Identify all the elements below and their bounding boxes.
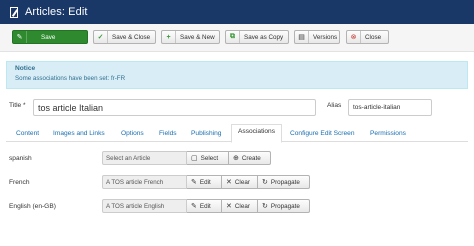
tab-permissions[interactable]: Permissions [370, 130, 406, 137]
close-icon: ✕ [226, 179, 232, 186]
tab-options[interactable]: Options [121, 130, 144, 137]
edit-button[interactable]: ✎ Edit [187, 175, 222, 189]
close-button[interactable]: ⊗ Close [346, 30, 389, 44]
notice-message: Notice Some associations have been set: … [6, 61, 468, 89]
check-icon: ✓ [94, 31, 108, 43]
notice-title: Notice [15, 65, 36, 72]
clear-button[interactable]: ✕ Clear [222, 199, 258, 213]
edit-icon: ✎ [13, 31, 27, 43]
edit-icon: ✎ [191, 203, 197, 210]
language-label-french: French [9, 179, 30, 186]
clear-button[interactable]: ✕ Clear [222, 175, 258, 189]
save-new-button[interactable]: + Save & New [161, 30, 220, 44]
edit-article-icon [9, 6, 20, 18]
language-label-english: English (en-GB) [9, 203, 56, 210]
close-icon: ✕ [226, 203, 232, 210]
toolbar: ✎ Save ✓ Save & Close + Save & New ⧉ Sav… [0, 24, 474, 52]
alias-label: Alias [327, 102, 342, 109]
tab-publishing[interactable]: Publishing [191, 130, 221, 137]
save-close-button[interactable]: ✓ Save & Close [93, 30, 156, 44]
copy-icon: ⧉ [226, 31, 240, 43]
tab-bar: Content Images and Links Options Fields … [6, 124, 468, 143]
plus-circle-icon: ⊕ [233, 155, 239, 162]
association-row-english: A TOS article English ✎ Edit ✕ Clear ↻ Prop… [102, 199, 310, 213]
tab-content[interactable]: Content [16, 130, 39, 137]
edit-button[interactable]: ✎ Edit [187, 199, 222, 213]
propagate-button[interactable]: ↻ Propagate [258, 175, 310, 189]
title-input[interactable]: tos article Italian [33, 99, 316, 116]
save-button[interactable]: ✎ Save [12, 30, 88, 44]
archive-icon: ▤ [295, 31, 309, 43]
propagate-button[interactable]: ↻ Propagate [258, 199, 310, 213]
notice-text: Some associations have been set: fr-FR [15, 75, 126, 82]
plus-icon: + [162, 31, 176, 43]
alias-input[interactable]: tos-article-italian [348, 99, 432, 116]
select-button[interactable]: ▢ Select [187, 151, 229, 165]
association-row-french: A TOS article French ✎ Edit ✕ Clear ↻ Propa… [102, 175, 310, 189]
page-header: Articles: Edit [0, 0, 474, 24]
refresh-icon: ↻ [262, 179, 268, 186]
save-as-copy-button[interactable]: ⧉ Save as Copy [225, 30, 289, 44]
tab-fields[interactable]: Fields [159, 130, 177, 137]
page-title: Articles: Edit [25, 6, 88, 18]
association-field: A TOS article French [102, 175, 187, 189]
create-button[interactable]: ⊕ Create [229, 151, 271, 165]
association-field: Select an Article [102, 151, 187, 165]
title-label: Title * [9, 102, 26, 109]
close-icon: ⊗ [347, 31, 361, 43]
versions-button[interactable]: ▤ Versions [294, 30, 340, 44]
edit-icon: ✎ [191, 179, 197, 186]
tab-images-links[interactable]: Images and Links [53, 130, 105, 137]
association-row-spanish: Select an Article ▢ Select ⊕ Create [102, 151, 271, 165]
refresh-icon: ↻ [262, 203, 268, 210]
tab-associations[interactable]: Associations [231, 124, 283, 143]
language-label-spanish: spanish [9, 155, 32, 162]
association-field: A TOS article English [102, 199, 187, 213]
file-icon: ▢ [191, 155, 198, 162]
tab-configure-edit-screen[interactable]: Configure Edit Screen [290, 130, 355, 137]
